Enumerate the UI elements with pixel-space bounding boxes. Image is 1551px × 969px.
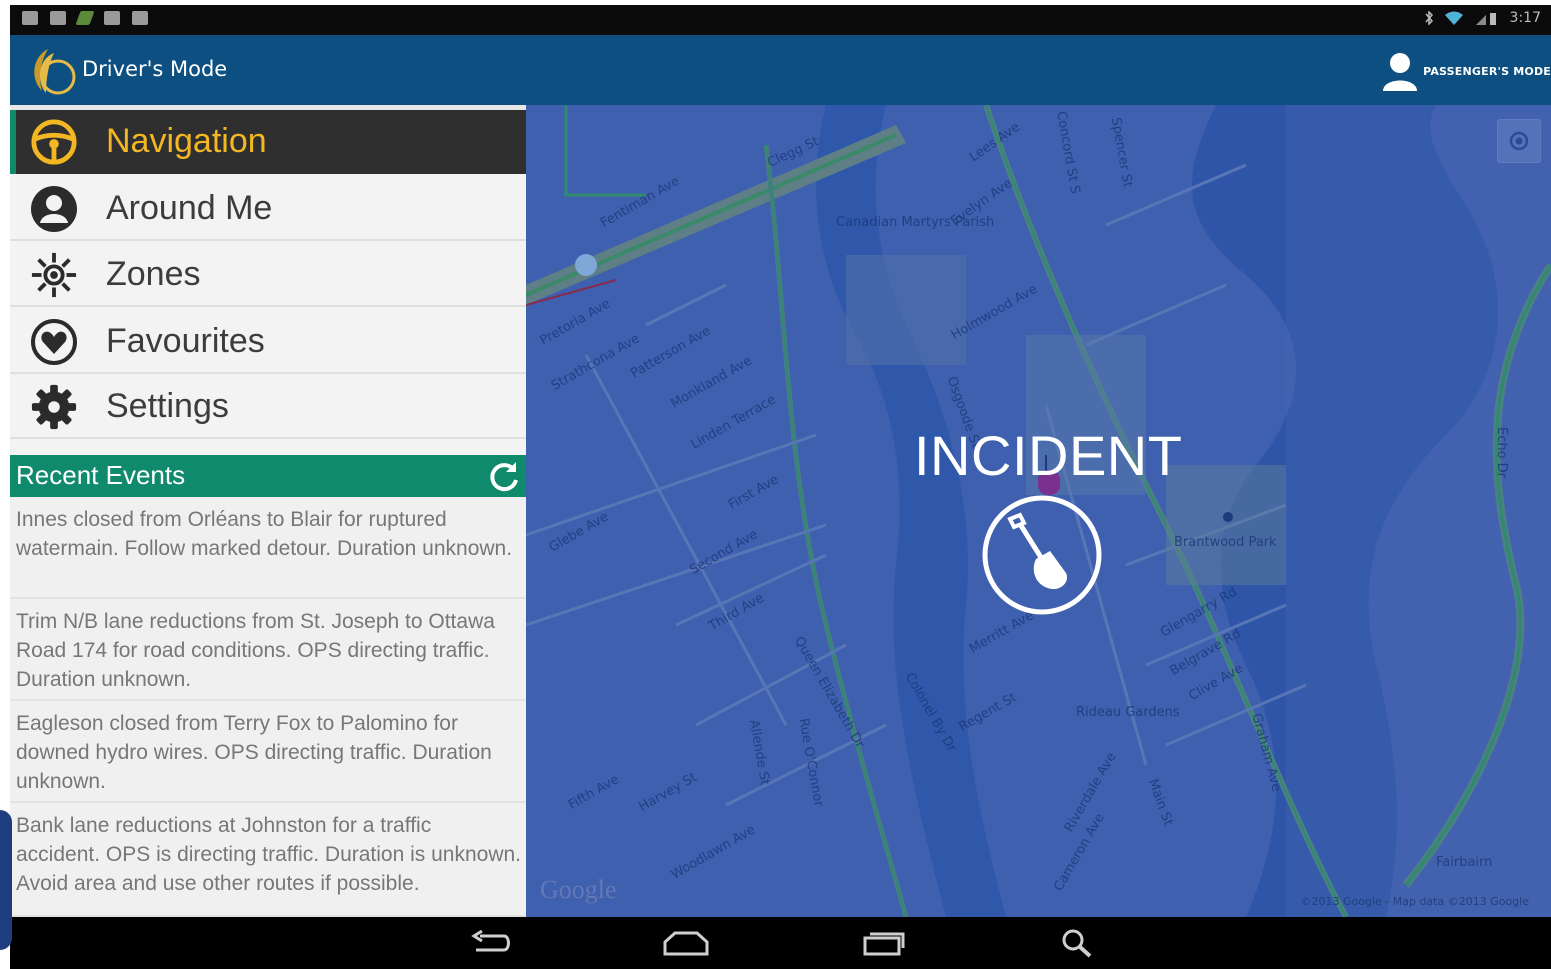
map-street-label: Canadian Martyrs Parish	[836, 215, 995, 230]
shovel-icon	[982, 495, 1102, 615]
passenger-mode-button[interactable]: PASSENGER'S MODE	[1381, 49, 1551, 93]
back-button[interactable]	[460, 927, 520, 959]
map-copyright: ©2013 Google - Map data ©2013 Google	[1300, 895, 1529, 908]
navigation-drawer: Navigation Around Me Zones Favourites Se…	[10, 105, 526, 917]
menu-item-label: Favourites	[106, 322, 265, 360]
app-title: Driver's Mode	[82, 57, 228, 81]
home-button[interactable]	[656, 927, 716, 959]
incident-marker[interactable]: INCIDENT	[914, 423, 1183, 623]
event-item[interactable]: Innes closed from Orléans to Blair for r…	[10, 497, 526, 599]
person-icon	[1383, 53, 1418, 91]
tools-icon	[75, 11, 95, 25]
back-icon	[471, 930, 510, 952]
map-street-label: Echo Dr	[1494, 426, 1510, 479]
recent-events-title: Recent Events	[16, 460, 186, 490]
app-bar: Driver's Mode PASSENGER'S MODE	[10, 35, 1551, 105]
menu-item-favourites[interactable]: Favourites	[10, 310, 526, 374]
incident-label: INCIDENT	[914, 424, 1183, 487]
chat-icon	[50, 11, 66, 25]
passenger-mode-label: PASSENGER'S MODE	[1423, 64, 1551, 78]
camera-icon	[104, 11, 120, 25]
wifi-icon	[1444, 11, 1463, 25]
map-street-label: Rideau Gardens	[1076, 705, 1180, 720]
recent-apps-icon	[863, 932, 905, 956]
google-logo: Google	[540, 875, 617, 904]
menu-item-settings[interactable]: Settings	[10, 375, 526, 439]
gear-icon	[31, 384, 77, 430]
recent-apps-button[interactable]	[854, 927, 914, 959]
person-icon	[31, 186, 77, 232]
signal-battery-icon	[1475, 12, 1496, 25]
event-text: Eagleson closed from Terry Fox to Palomi…	[16, 712, 492, 793]
map-street-label: Fairbairn	[1436, 855, 1493, 870]
my-location-icon	[1509, 131, 1529, 151]
search-button[interactable]	[1048, 927, 1108, 959]
menu-item-label: Navigation	[106, 122, 267, 160]
event-text: Innes closed from Orléans to Blair for r…	[16, 508, 513, 560]
event-item[interactable]: Eagleson closed from Terry Fox to Palomi…	[10, 701, 526, 803]
menu-item-navigation[interactable]: Navigation	[10, 110, 526, 174]
status-bar: 3:17	[10, 5, 1551, 35]
menu-item-label: Settings	[106, 387, 229, 425]
background-edge	[0, 810, 12, 950]
heart-icon	[31, 319, 77, 365]
event-item[interactable]: Trim N/B lane reductions from St. Joseph…	[10, 599, 526, 701]
menu-item-around-me[interactable]: Around Me	[10, 177, 526, 241]
steering-wheel-icon	[31, 119, 77, 165]
bluetooth-icon	[1424, 11, 1433, 25]
camera-icon	[132, 11, 148, 25]
zones-icon	[31, 252, 77, 298]
system-nav-bar	[10, 917, 1551, 969]
event-text: Trim N/B lane reductions from St. Joseph…	[16, 610, 495, 691]
my-location-button[interactable]	[1497, 119, 1541, 163]
menu-item-label: Around Me	[106, 189, 273, 227]
home-icon	[663, 931, 709, 956]
event-item[interactable]: Bank lane reductions at Johnston for a t…	[10, 803, 526, 917]
image-icon	[22, 11, 38, 25]
search-icon	[1062, 929, 1092, 958]
map-view[interactable]: Lees Ave Concord St S Spencer St Evelyn …	[526, 105, 1551, 917]
tablet-screen: 3:17 Driver's Mode PASSENGER'S MODE Lees…	[10, 5, 1551, 969]
app-logo	[34, 49, 76, 95]
recent-events-header: Recent Events	[10, 455, 526, 497]
refresh-icon[interactable]	[486, 458, 522, 494]
map-street-label: Brantwood Park	[1174, 535, 1277, 550]
menu-item-zones[interactable]: Zones	[10, 243, 526, 307]
event-text: Bank lane reductions at Johnston for a t…	[16, 814, 522, 895]
menu-item-label: Zones	[106, 255, 201, 293]
clock: 3:17	[1509, 10, 1541, 26]
